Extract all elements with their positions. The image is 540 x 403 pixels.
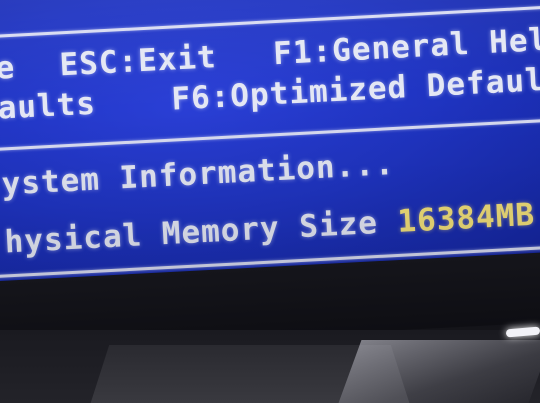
hotkey-esc-exit[interactable]: ESC:Exit [59, 39, 218, 83]
hotkey-defaults-fragment[interactable]: aults [0, 86, 97, 127]
physical-memory-value: 16384MB [396, 196, 536, 240]
system-information-header: ystem Information... [0, 146, 396, 203]
hotkey-f6-optimized-defaults[interactable]: F6:Optimized Defaults [171, 60, 540, 118]
bios-screen: e ESC:Exit F1:General Help aults F6:Opti… [0, 0, 540, 292]
photo-frame: e ESC:Exit F1:General Help aults F6:Opti… [0, 0, 540, 403]
hotkey-save-fragment[interactable]: e [0, 50, 16, 87]
physical-memory-label-text: hysical Memory Size [3, 204, 379, 261]
reflection-glare [338, 340, 540, 403]
